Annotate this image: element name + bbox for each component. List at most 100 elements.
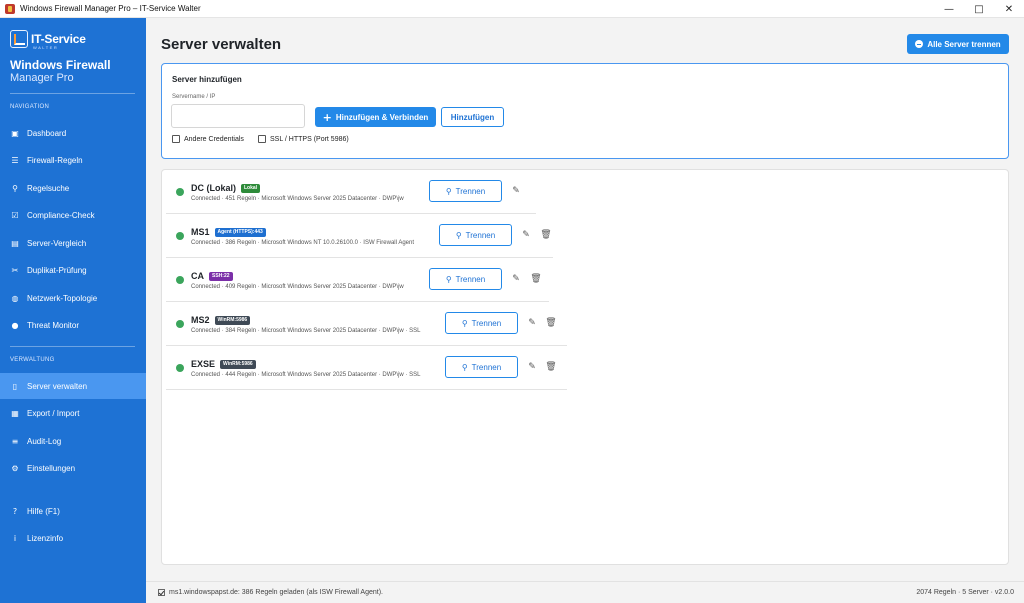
add-and-connect-button[interactable]: + Hinzufügen & Verbinden — [315, 107, 436, 127]
sidebar-item-server-compare[interactable]: ▤ Server-Vergleich — [0, 230, 146, 256]
disconnect-label: Trennen — [471, 318, 502, 328]
server-info: Connected · 451 Regeln · Microsoft Windo… — [191, 196, 404, 202]
ssl-label: SSL / HTTPS (Port 5986) — [270, 135, 349, 143]
server-name: MS2 — [191, 315, 210, 325]
disconnect-button[interactable]: ⚲ Trennen — [429, 268, 502, 290]
window-title: Windows Firewall Manager Pro – IT-Servic… — [20, 4, 201, 13]
brand-name: IT-Service — [31, 32, 86, 46]
sidebar-item-network-topology[interactable]: ◍ Netzwerk-Topologie — [0, 285, 146, 311]
trash-icon[interactable]: 🗑 — [530, 273, 541, 285]
trash-icon[interactable]: 🗑 — [545, 361, 556, 373]
sidebar-item-label: Threat Monitor — [27, 320, 80, 330]
section-navigation: NAVIGATION — [10, 104, 50, 110]
sidebar-item-dashboard[interactable]: ▣ Dashboard — [0, 120, 146, 146]
server-info: Connected · 386 Regeln · Microsoft Windo… — [191, 240, 414, 246]
server-info: Connected · 444 Regeln · Microsoft Windo… — [191, 372, 421, 378]
status-dot — [176, 364, 184, 372]
server-list: DC (Lokal) Lokal Connected · 451 Regeln … — [161, 169, 1009, 565]
sidebar-item-help[interactable]: ? Hilfe (F1) — [0, 498, 146, 524]
disconnect-button[interactable]: ⚲ Trennen — [439, 224, 512, 246]
help-icon: ? — [12, 506, 18, 516]
server-field-label: Servername / IP — [172, 94, 216, 100]
plus-icon: + — [322, 110, 332, 124]
sidebar-item-label: Audit-Log — [27, 436, 62, 446]
connection-badge: WinRM:5986 — [220, 359, 256, 369]
server-name: EXSE — [191, 359, 216, 369]
divider — [10, 93, 135, 94]
disconnect-label: Trennen — [465, 230, 496, 240]
app-subtitle: Manager Pro — [10, 72, 74, 84]
other-credentials-checkbox[interactable]: Andere Credentials — [172, 135, 244, 143]
app-title: Windows Firewall — [10, 58, 111, 72]
sidebar-item-threat-monitor[interactable]: ● Threat Monitor — [0, 312, 146, 338]
sidebar-item-label: Duplikat-Prüfung — [27, 265, 87, 275]
server-name: CA — [191, 271, 204, 281]
server-info: Connected · 409 Regeln · Microsoft Windo… — [191, 284, 404, 290]
edit-icon[interactable]: ✎ — [527, 317, 537, 329]
server-row: MS2 WinRM:5986 Connected · 384 Regeln · … — [166, 302, 567, 346]
status-dot — [176, 232, 184, 240]
search-icon: ⚲ — [12, 183, 18, 193]
log-icon: ≡ — [11, 436, 19, 446]
sidebar-item-manage-servers[interactable]: ▯ Server verwalten — [0, 373, 146, 399]
disconnect-label: Trennen — [471, 362, 502, 372]
close-button[interactable]: ✕ — [994, 0, 1024, 18]
title-bar: Windows Firewall Manager Pro – IT-Servic… — [0, 0, 1024, 18]
server-row: EXSE WinRM:5986 Connected · 444 Regeln ·… — [166, 346, 567, 390]
ssl-checkbox[interactable]: SSL / HTTPS (Port 5986) — [258, 135, 349, 143]
sidebar-item-label: Firewall-Regeln — [27, 155, 83, 165]
plug-icon: ⚲ — [445, 274, 452, 284]
sidebar-item-label: Export / Import — [27, 408, 80, 418]
status-summary: 2074 Regeln · 5 Server · v2.0.0 — [916, 589, 1014, 596]
sidebar: IT-Service WALTER Windows Firewall Manag… — [0, 18, 146, 603]
sidebar-item-label: Dashboard — [27, 128, 67, 138]
trash-icon[interactable]: 🗑 — [545, 317, 556, 329]
sidebar-item-export-import[interactable]: ▦ Export / Import — [0, 400, 146, 426]
sidebar-item-license[interactable]: i Lizenzinfo — [0, 525, 146, 551]
trash-icon[interactable]: 🗑 — [540, 229, 551, 241]
sidebar-item-firewall-rules[interactable]: ☰ Firewall-Regeln — [0, 147, 146, 173]
sidebar-item-label: Hilfe (F1) — [27, 506, 60, 516]
sidebar-item-rule-search[interactable]: ⚲ Regelsuche — [0, 175, 146, 201]
add-button[interactable]: Hinzufügen — [441, 107, 504, 127]
sidebar-item-label: Server verwalten — [27, 381, 88, 391]
connection-badge: SSH:22 — [209, 271, 233, 281]
disconnect-button[interactable]: ⚲ Trennen — [429, 180, 502, 202]
server-name-line: MS2 WinRM:5986 — [191, 315, 251, 325]
sidebar-item-label: Server-Vergleich — [27, 238, 87, 248]
edit-icon[interactable]: ✎ — [521, 229, 531, 241]
server-row: CA SSH:22 Connected · 409 Regeln · Micro… — [166, 258, 549, 302]
sidebar-item-compliance[interactable]: ☑ Compliance-Check — [0, 202, 146, 228]
server-name: DC (Lokal) — [191, 183, 236, 193]
checkbox-box — [172, 135, 180, 143]
sidebar-item-label: Lizenzinfo — [27, 533, 64, 543]
disconnect-label: Trennen — [455, 186, 486, 196]
add-server-title: Server hinzufügen — [172, 75, 242, 84]
server-row: MS1 Agent (HTTPS):443 Connected · 386 Re… — [166, 214, 553, 258]
server-icon: ▯ — [12, 381, 18, 391]
server-name-line: MS1 Agent (HTTPS):443 — [191, 227, 266, 237]
sidebar-item-settings[interactable]: ⚙ Einstellungen — [0, 455, 146, 481]
edit-icon[interactable]: ✎ — [511, 185, 521, 197]
sidebar-item-duplicate-check[interactable]: ✂ Duplikat-Prüfung — [0, 257, 146, 283]
disconnect-button[interactable]: ⚲ Trennen — [445, 356, 518, 378]
edit-icon[interactable]: ✎ — [511, 273, 521, 285]
disconnect-button[interactable]: ⚲ Trennen — [445, 312, 518, 334]
minimize-button[interactable]: — — [934, 0, 964, 18]
server-name-line: CA SSH:22 — [191, 271, 233, 281]
connection-badge: Agent (HTTPS):443 — [214, 227, 266, 237]
page-title: Server verwalten — [161, 36, 282, 53]
disconnect-all-label: Alle Server trennen — [927, 39, 1001, 49]
plug-icon: ⚲ — [455, 230, 462, 240]
status-dot — [176, 276, 184, 284]
maximize-button[interactable]: □ — [964, 0, 994, 18]
add-and-connect-label: Hinzufügen & Verbinden — [335, 112, 429, 122]
disconnect-all-button[interactable]: Alle Server trennen — [907, 34, 1009, 54]
server-name-input[interactable] — [171, 104, 305, 128]
app-icon — [5, 3, 15, 14]
sidebar-item-audit-log[interactable]: ≡ Audit-Log — [0, 428, 146, 454]
sidebar-item-label: Compliance-Check — [27, 210, 95, 220]
add-server-panel: Server hinzufügen Servername / IP + Hinz… — [161, 63, 1009, 159]
check-icon — [158, 589, 165, 596]
edit-icon[interactable]: ✎ — [527, 361, 537, 373]
